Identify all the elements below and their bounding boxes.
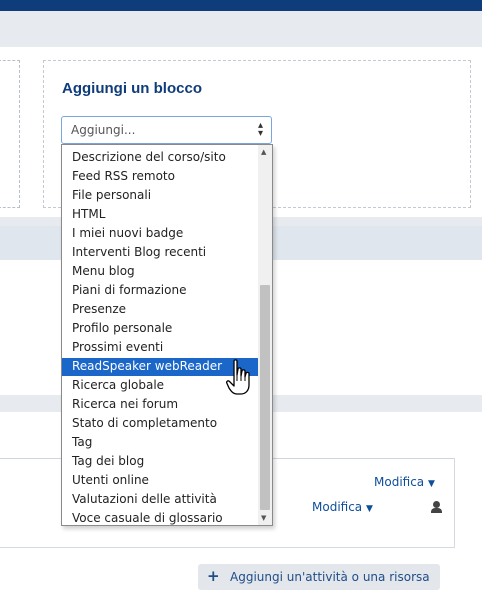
block-option[interactable]: Interventi Blog recenti [62, 244, 258, 262]
select-caret-icon: ▴ ▾ [257, 120, 263, 139]
section-edit-menu[interactable]: Modifica ▼ [374, 475, 435, 489]
block-option[interactable]: Stato di completamento [62, 415, 258, 433]
hand-pointer-icon [226, 359, 250, 395]
scrollbar-thumb[interactable] [260, 285, 270, 510]
scroll-up-arrow-icon[interactable]: ▲ [261, 148, 266, 156]
block-option[interactable]: Tag [62, 434, 258, 452]
scroll-down-arrow-icon[interactable]: ▼ [261, 514, 266, 522]
block-option[interactable]: Voce casuale di glossario [62, 510, 258, 528]
block-option[interactable]: Ricerca nei forum [62, 396, 258, 414]
block-option[interactable]: Tag dei blog [62, 453, 258, 471]
block-option[interactable]: Piani di formazione [62, 282, 258, 300]
caret-down-icon: ▼ [427, 479, 435, 489]
block-option[interactable]: Utenti online [62, 472, 258, 490]
block-option[interactable]: Prossimi eventi [62, 339, 258, 357]
block-option[interactable]: Descrizione del corso/sito [62, 149, 258, 167]
top-navbar [0, 0, 482, 11]
block-option[interactable]: Presenze [62, 301, 258, 319]
activity-edit-menu[interactable]: Modifica ▼ [312, 500, 373, 514]
block-option[interactable]: I miei nuovi badge [62, 225, 258, 243]
add-block-options-list[interactable]: Descrizione del corso/sito Feed RSS remo… [61, 144, 273, 526]
add-activity-label: Aggiungi un'attività o una risorsa [230, 570, 430, 584]
block-option[interactable]: File personali [62, 187, 258, 205]
dropdown-scrollbar[interactable]: ▲ ▼ [258, 145, 272, 525]
plus-icon: + [207, 567, 220, 585]
add-block-title: Aggiungi un blocco [62, 80, 202, 97]
add-activity-button[interactable]: + Aggiungi un'attività o una risorsa [198, 564, 440, 590]
section-edit-label: Modifica [374, 475, 425, 489]
block-option[interactable]: HTML [62, 206, 258, 224]
block-option[interactable]: Feed RSS remoto [62, 168, 258, 186]
select-current-value: Aggiungi... [71, 123, 136, 137]
block-option[interactable]: Menu blog [62, 263, 258, 281]
user-icon[interactable] [431, 501, 442, 513]
caret-down-icon: ▼ [365, 504, 373, 514]
activity-edit-label: Modifica [312, 500, 363, 514]
block-drop-zone-left [0, 60, 20, 208]
add-block-select[interactable]: Aggiungi... ▴ ▾ [61, 116, 272, 144]
block-option[interactable]: Valutazioni delle attività [62, 491, 258, 509]
block-option[interactable]: Profilo personale [62, 320, 258, 338]
